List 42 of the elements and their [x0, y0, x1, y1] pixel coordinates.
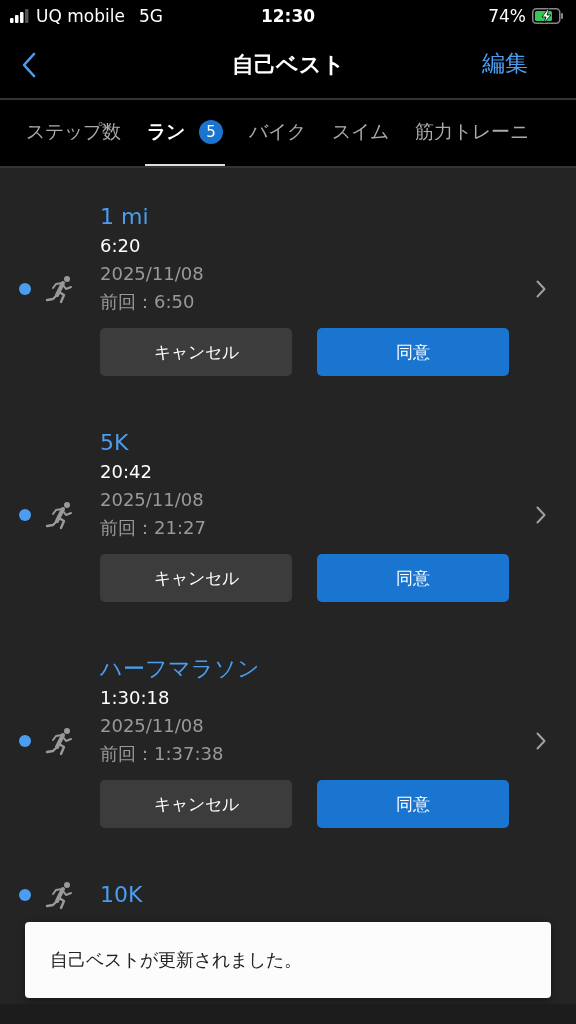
record-date: 2025/11/08 [100, 488, 205, 512]
cancel-button[interactable]: キャンセル [100, 328, 292, 376]
record-time: 1:30:18 [100, 686, 171, 710]
agree-button[interactable]: 同意 [317, 554, 509, 602]
previous-record: 前回：21:27 [100, 516, 207, 540]
tab[interactable]: スイム [330, 100, 391, 166]
clock: 12:30 [260, 6, 316, 26]
record-date: 2025/11/08 [100, 262, 205, 286]
battery-percent: 74% [488, 6, 526, 26]
previous-record: 前回：6:50 [100, 290, 196, 314]
runner-icon [45, 274, 75, 304]
previous-record: 前回：1:37:38 [100, 742, 225, 766]
signal-icon [10, 9, 30, 23]
tab[interactable]: 筋力トレーニ [413, 100, 531, 166]
runner-icon [45, 880, 75, 910]
agree-button[interactable]: 同意 [317, 780, 509, 828]
agree-button[interactable]: 同意 [317, 328, 509, 376]
chevron-icon[interactable] [536, 280, 546, 298]
cancel-button[interactable]: キャンセル [100, 780, 292, 828]
record-date: 2025/11/08 [100, 714, 205, 738]
count-badge: 5 [199, 120, 223, 144]
back-icon[interactable] [22, 52, 36, 78]
toast-message: 自己ベストが更新されました。 [50, 948, 302, 972]
network-type: 5G [138, 6, 163, 26]
battery-charging-icon [532, 8, 564, 24]
runner-icon [45, 500, 75, 530]
carrier-name: UQ mobile [36, 6, 125, 26]
tab[interactable]: バイク [247, 100, 308, 166]
edit-button[interactable]: 編集 [482, 48, 528, 79]
chevron-icon[interactable] [536, 732, 546, 750]
record-title: ハーフマラソン [100, 655, 261, 683]
record-time: 20:42 [100, 460, 153, 484]
record-title: 1 mi [100, 203, 150, 231]
tab[interactable]: ラン 5 [145, 100, 225, 166]
record-title: 10K [100, 881, 144, 909]
runner-icon [45, 726, 75, 756]
cancel-button[interactable]: キャンセル [100, 554, 292, 602]
tab[interactable]: ステップ数 [24, 100, 123, 166]
page-title: 自己ベスト [231, 51, 345, 79]
record-time: 6:20 [100, 234, 142, 258]
record-title: 5K [100, 429, 130, 457]
chevron-icon[interactable] [536, 506, 546, 524]
